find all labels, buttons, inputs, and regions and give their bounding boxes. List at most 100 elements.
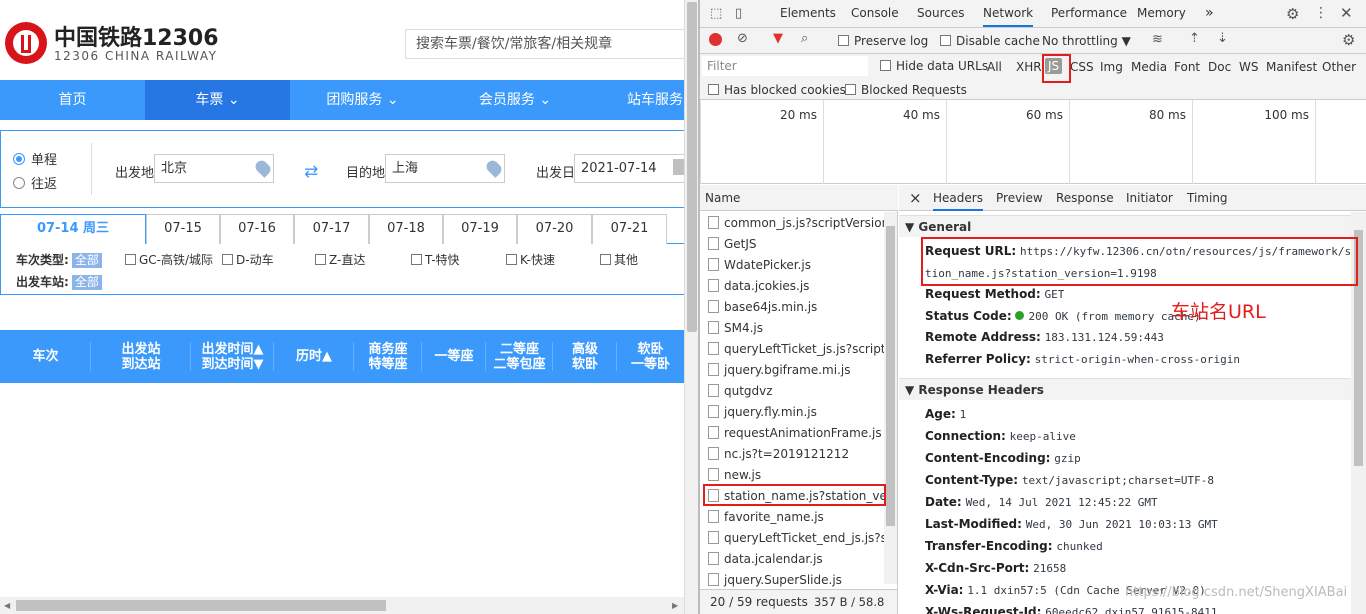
request-row[interactable]: jquery.SuperSlide.js xyxy=(700,570,884,591)
type-all[interactable]: All xyxy=(987,60,1002,74)
filter-icon[interactable]: ▼ xyxy=(773,31,783,46)
type-t[interactable]: T-特快 xyxy=(411,251,460,268)
type-d[interactable]: D-动车 xyxy=(222,251,274,268)
col-train[interactable]: 车次 xyxy=(0,330,91,383)
radio-oneway[interactable]: 单程 xyxy=(13,149,57,168)
nav-group[interactable]: 团购服务 ⌄ xyxy=(290,80,435,120)
close-detail-icon[interactable]: × xyxy=(909,185,922,211)
request-row[interactable]: qutgdvz xyxy=(700,381,884,402)
has-blocked-cookies-checkbox[interactable]: Has blocked cookies xyxy=(708,83,846,97)
tab-preview[interactable]: Preview xyxy=(996,185,1043,211)
type-font[interactable]: Font xyxy=(1174,60,1200,74)
request-row[interactable]: jquery.bgiframe.mi.js xyxy=(700,360,884,381)
throttling-select[interactable]: No throttling ▼ xyxy=(1042,34,1131,48)
inspect-icon[interactable]: ⬚ xyxy=(710,6,722,21)
date-tab[interactable]: 07-19 xyxy=(443,214,517,244)
tab-sources[interactable]: Sources xyxy=(917,0,964,27)
col-duration[interactable]: 历时▲ xyxy=(274,330,354,383)
hide-data-urls-checkbox[interactable]: Hide data URLs xyxy=(880,59,988,73)
calendar-icon[interactable] xyxy=(673,159,684,175)
tab-initiator[interactable]: Initiator xyxy=(1126,185,1173,211)
nav-home[interactable]: 首页 xyxy=(0,80,145,120)
request-list-scrollbar[interactable]: ▼ xyxy=(884,212,897,607)
request-row[interactable]: favorite_name.js xyxy=(700,507,884,528)
type-media[interactable]: Media xyxy=(1131,60,1167,74)
transfer-size: 357 B / 58.8 kB xyxy=(814,595,885,609)
search-icon[interactable]: ⌕ xyxy=(801,31,808,46)
request-row[interactable]: new.js xyxy=(700,465,884,486)
tab-performance[interactable]: Performance xyxy=(1051,0,1127,27)
request-row[interactable]: data.jcalendar.js xyxy=(700,549,884,570)
settings-icon[interactable]: ⚙ xyxy=(1286,5,1299,23)
type-doc[interactable]: Doc xyxy=(1208,60,1231,74)
request-row[interactable]: data.jcokies.js xyxy=(700,276,884,297)
request-row[interactable]: nc.js?t=2019121212 xyxy=(700,444,884,465)
upload-icon[interactable]: ⇡ xyxy=(1189,31,1200,46)
site-search-input[interactable]: 搜索车票/餐饮/常旅客/相关规章 xyxy=(405,29,684,59)
date-tab[interactable]: 07-17 xyxy=(294,214,369,244)
type-other[interactable]: Other xyxy=(1322,60,1356,74)
menu-icon[interactable]: ⋮ xyxy=(1314,5,1328,21)
col-times[interactable]: 出发时间▲ 到达时间▼ xyxy=(191,330,274,383)
response-headers-section[interactable]: ▼ Response Headers xyxy=(899,378,1351,400)
all-stations-button[interactable]: 全部 xyxy=(71,275,102,290)
request-row[interactable]: requestAnimationFrame.js xyxy=(700,423,884,444)
date-tab[interactable]: 07-20 xyxy=(517,214,592,244)
type-k[interactable]: K-快速 xyxy=(506,251,555,268)
request-row[interactable]: base64js.min.js xyxy=(700,297,884,318)
general-section[interactable]: ▼ General xyxy=(899,215,1351,237)
type-css[interactable]: CSS xyxy=(1070,60,1094,74)
page-scrollbar[interactable] xyxy=(684,0,698,614)
request-row[interactable]: common_js.js?scriptVersion=1 xyxy=(700,213,884,234)
blocked-requests-checkbox[interactable]: Blocked Requests xyxy=(845,83,967,97)
request-row[interactable]: GetJS xyxy=(700,234,884,255)
date-tab[interactable]: 07-15 xyxy=(146,214,220,244)
tab-timing[interactable]: Timing xyxy=(1187,185,1228,211)
request-row[interactable]: SM4.js xyxy=(700,318,884,339)
record-icon[interactable] xyxy=(709,33,722,46)
network-settings-icon[interactable]: ⚙ xyxy=(1342,31,1355,49)
tab-memory[interactable]: Memory xyxy=(1137,0,1186,27)
from-input[interactable]: 北京 xyxy=(154,154,274,183)
tab-console[interactable]: Console xyxy=(851,0,899,27)
date-tab[interactable]: 07-16 xyxy=(220,214,294,244)
tab-network[interactable]: Network xyxy=(983,0,1034,27)
device-toggle-icon[interactable]: ▯ xyxy=(735,6,742,21)
clear-icon[interactable]: ⊘ xyxy=(737,31,748,46)
close-devtools-icon[interactable]: ✕ xyxy=(1340,4,1353,22)
date-input[interactable]: 2021-07-14 xyxy=(574,154,684,183)
date-tab[interactable]: 07-18 xyxy=(369,214,443,244)
nav-station[interactable]: 站车服务 xyxy=(605,80,684,120)
disable-cache-checkbox[interactable]: Disable cache xyxy=(940,34,1040,48)
filter-input[interactable]: Filter xyxy=(702,56,868,76)
horizontal-scrollbar[interactable]: ◀ ▶ xyxy=(0,597,684,614)
more-tabs-icon[interactable]: » xyxy=(1205,0,1214,27)
type-gc[interactable]: GC-高铁/城际 xyxy=(125,251,213,268)
name-column-header[interactable]: Name xyxy=(700,185,898,211)
request-row[interactable]: queryLeftTicket_end_js.js?scrip xyxy=(700,528,884,549)
type-z[interactable]: Z-直达 xyxy=(315,251,365,268)
radio-round[interactable]: 往返 xyxy=(13,173,57,192)
to-input[interactable]: 上海 xyxy=(385,154,505,183)
date-tab[interactable]: 07-21 xyxy=(592,214,667,244)
tab-response[interactable]: Response xyxy=(1056,185,1114,211)
request-row[interactable]: queryLeftTicket_js.js?scriptVers xyxy=(700,339,884,360)
request-row[interactable]: jquery.fly.min.js xyxy=(700,402,884,423)
nav-member[interactable]: 会员服务 ⌄ xyxy=(435,80,595,120)
type-img[interactable]: Img xyxy=(1100,60,1123,74)
request-row[interactable]: WdatePicker.js xyxy=(700,255,884,276)
tab-headers[interactable]: Headers xyxy=(933,185,983,211)
type-other[interactable]: 其他 xyxy=(600,251,638,268)
preserve-log-checkbox[interactable]: Preserve log xyxy=(838,34,928,48)
type-ws[interactable]: WS xyxy=(1239,60,1258,74)
date-label: 出发日 xyxy=(536,166,576,181)
all-types-button[interactable]: 全部 xyxy=(71,253,102,268)
type-manifest[interactable]: Manifest xyxy=(1266,60,1317,74)
tab-elements[interactable]: Elements xyxy=(780,0,836,27)
type-xhr[interactable]: XHR xyxy=(1016,60,1042,74)
wifi-icon[interactable]: ≋ xyxy=(1152,32,1163,47)
nav-tickets[interactable]: 车票 ⌄ xyxy=(145,80,290,120)
date-tab[interactable]: 07-14 周三 xyxy=(0,214,146,245)
download-icon[interactable]: ⇣ xyxy=(1217,31,1228,46)
swap-icon[interactable]: ⇄ xyxy=(304,162,318,182)
